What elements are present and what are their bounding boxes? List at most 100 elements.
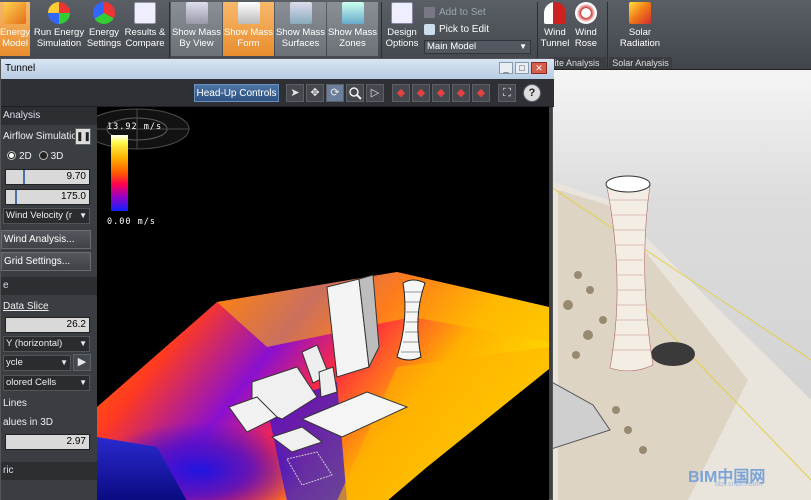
wind-velocity-dropdown[interactable]: Wind Velocity (r ▼ bbox=[3, 208, 90, 224]
zoom-icon[interactable] bbox=[346, 84, 364, 102]
wind-rose-label2: Rose bbox=[574, 38, 598, 49]
model-3d-view[interactable] bbox=[548, 70, 811, 500]
results-compare-icon bbox=[134, 2, 156, 24]
results-compare-button[interactable]: Results & Compare bbox=[123, 2, 167, 56]
pick-to-edit-button[interactable]: Pick to Edit bbox=[424, 21, 489, 37]
chevron-down-icon: ▼ bbox=[60, 358, 68, 367]
radio-2d[interactable] bbox=[7, 151, 16, 160]
show-mass-surfaces-button[interactable]: Show Mass Surfaces bbox=[275, 2, 326, 56]
add-to-set-icon bbox=[424, 6, 435, 18]
show-mass-form-button[interactable]: Show Mass Form bbox=[223, 2, 274, 56]
mass-by-view-label1: Show Mass bbox=[171, 27, 222, 38]
restore-button[interactable]: □ bbox=[515, 62, 529, 74]
mass-surfaces-icon bbox=[289, 2, 312, 24]
cube-view-icon[interactable]: ◆ bbox=[392, 84, 410, 102]
radio-3d[interactable] bbox=[38, 151, 48, 160]
chevron-down-icon: ▼ bbox=[519, 42, 527, 51]
design-option-combo[interactable]: Main Model ▼ bbox=[424, 40, 531, 54]
head-up-controls-button[interactable]: Head-Up Controls bbox=[194, 84, 279, 102]
wind-tunnel-label2: Tunnel bbox=[540, 38, 570, 49]
wind-tunnel-window: Tunnel _ □ ✕ Head-Up Controls ➤ ✥ ⟳ ▷ ◆ … bbox=[0, 58, 554, 500]
app-root: Energy Model Run Energy Simulation Energ… bbox=[0, 0, 811, 500]
add-to-set-label: Add to Set bbox=[439, 6, 486, 18]
window-titlebar[interactable]: Tunnel _ □ ✕ bbox=[1, 59, 554, 79]
select-arrow-icon[interactable]: ➤ bbox=[286, 84, 304, 102]
show-mass-by-view-button[interactable]: Show Mass By View bbox=[171, 2, 222, 56]
design-options-label1: Design bbox=[387, 27, 417, 38]
chevron-down-icon: ▼ bbox=[79, 211, 87, 220]
design-options-icon bbox=[391, 2, 413, 24]
mass-form-label2: Form bbox=[237, 38, 260, 49]
mass-surfaces-label1: Show Mass bbox=[275, 27, 326, 38]
pick-to-edit-icon bbox=[424, 23, 435, 35]
energy-model-label2: Model bbox=[2, 38, 28, 49]
run-energy-simulation-button[interactable]: Run Energy Simulation bbox=[32, 2, 86, 56]
results-compare-label1: Results & bbox=[124, 27, 166, 38]
orbit-icon[interactable]: ⟳ bbox=[326, 84, 344, 102]
energy-settings-button[interactable]: Energy Settings bbox=[86, 2, 122, 56]
slice-orientation-value: Y (horizontal) bbox=[6, 338, 63, 349]
data-slice-label: Data Slice bbox=[3, 301, 49, 312]
mass-zones-label2: Zones bbox=[339, 38, 366, 49]
display-style-value: olored Cells bbox=[6, 377, 57, 388]
display-style-dropdown[interactable]: olored Cells ▼ bbox=[3, 375, 90, 391]
pan-icon[interactable]: ✥ bbox=[306, 84, 324, 102]
analysis-header: Analysis bbox=[1, 107, 97, 125]
energy-model-button[interactable]: Energy Model bbox=[0, 2, 30, 56]
mass-by-view-icon bbox=[185, 2, 208, 24]
cube-persp-icon[interactable]: ◆ bbox=[472, 84, 490, 102]
tower-top bbox=[605, 175, 651, 193]
wind-rose-button[interactable]: Wind Rose bbox=[572, 2, 600, 56]
fit-view-icon[interactable]: ⛶ bbox=[498, 84, 516, 102]
run-energy-label1: Run Energy bbox=[33, 27, 85, 38]
mass-form-icon bbox=[237, 2, 260, 24]
solar-radiation-button[interactable]: Solar Radiation bbox=[612, 2, 668, 56]
add-to-set-button[interactable]: Add to Set bbox=[424, 4, 486, 20]
wind-tunnel-viewport[interactable]: 13.92 m/s 0.00 m/s bbox=[97, 107, 549, 500]
watermark-url: bbs.cnbim.com bbox=[715, 481, 763, 488]
wind-analysis-button[interactable]: Wind Analysis... bbox=[1, 230, 91, 249]
wind-tunnel-button[interactable]: Wind Tunnel bbox=[539, 2, 571, 56]
slice-field[interactable]: 26.2 bbox=[5, 317, 90, 333]
run-simulation-icon bbox=[48, 2, 70, 24]
values-3d-field[interactable]: 2.97 bbox=[5, 434, 90, 450]
minimize-button[interactable]: _ bbox=[499, 62, 513, 74]
section-header: e bbox=[1, 277, 97, 295]
cube-top-icon[interactable]: ◆ bbox=[452, 84, 470, 102]
direction-field[interactable]: 175.0 bbox=[5, 189, 90, 205]
pick-to-edit-label: Pick to Edit bbox=[439, 23, 490, 35]
wind-velocity-value: Wind Velocity (r bbox=[6, 210, 72, 221]
solar-radiation-label1: Solar bbox=[628, 27, 652, 38]
design-options-button[interactable]: Design Options bbox=[383, 2, 421, 56]
play-icon[interactable]: ▷ bbox=[366, 84, 384, 102]
grid-settings-button[interactable]: Grid Settings... bbox=[1, 252, 91, 271]
speed-slider-thumb[interactable] bbox=[23, 170, 25, 184]
slice-orientation-dropdown[interactable]: Y (horizontal) ▼ bbox=[3, 336, 90, 352]
lines-option[interactable]: Lines bbox=[1, 395, 97, 413]
help-icon[interactable]: ? bbox=[523, 84, 541, 102]
cube-front-icon[interactable]: ◆ bbox=[412, 84, 430, 102]
speed-field[interactable]: 9.70 bbox=[5, 169, 90, 185]
site-analysis-panel-label: ite Analysis bbox=[548, 57, 606, 69]
wind-tunnel-label1: Wind bbox=[544, 27, 566, 38]
legend-min-label: 0.00 m/s bbox=[107, 217, 156, 227]
control-panel: Analysis Airflow Simulatio ❚❚ 2D 3D 9.70… bbox=[1, 107, 97, 500]
dimension-radio-group: 2D 3D bbox=[1, 148, 97, 166]
energy-settings-label2: Settings bbox=[86, 38, 122, 49]
mass-zones-label1: Show Mass bbox=[327, 27, 378, 38]
section-header-metric: ric bbox=[1, 462, 97, 480]
close-button[interactable]: ✕ bbox=[531, 62, 547, 74]
chevron-down-icon: ▼ bbox=[79, 378, 87, 387]
solar-analysis-panel-label: Solar Analysis bbox=[609, 57, 672, 69]
solar-radiation-icon bbox=[629, 2, 651, 24]
pause-button[interactable]: ❚❚ bbox=[75, 128, 91, 145]
values-in-3d-option[interactable]: alues in 3D bbox=[1, 414, 97, 432]
mass-zones-icon bbox=[341, 2, 364, 24]
cube-side-icon[interactable]: ◆ bbox=[432, 84, 450, 102]
viewport-toolbar: Head-Up Controls ➤ ✥ ⟳ ▷ ◆ ◆ ◆ ◆ ◆ ⛶ ? bbox=[1, 79, 554, 107]
play-cycle-button[interactable]: ▶ bbox=[73, 354, 91, 371]
direction-slider-thumb[interactable] bbox=[15, 190, 17, 204]
velocity-legend-bar bbox=[111, 135, 128, 211]
show-mass-zones-button[interactable]: Show Mass Zones bbox=[327, 2, 378, 56]
cycle-dropdown[interactable]: ycle ▼ bbox=[3, 355, 71, 371]
